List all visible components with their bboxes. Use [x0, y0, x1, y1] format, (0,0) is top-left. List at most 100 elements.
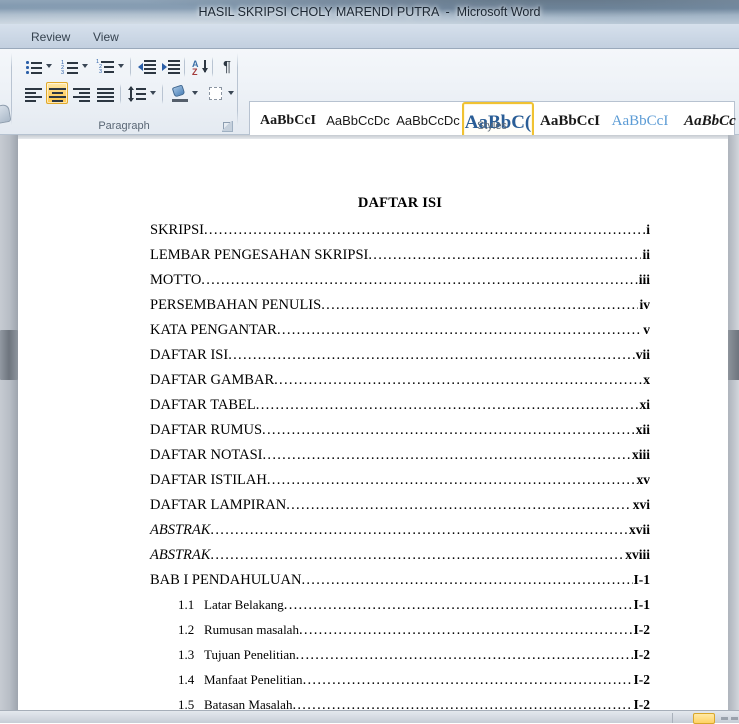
toc-entry-page: xii [635, 422, 650, 437]
toc-leader-dots: ........................................… [204, 222, 646, 238]
toc-entry[interactable]: SKRIPSI.................................… [150, 217, 650, 242]
toc-entry-label: LEMBAR PENGESAHAN SKRIPSI [150, 247, 369, 263]
vertical-scrollbar-thumb[interactable] [0, 330, 18, 380]
document-page[interactable]: DAFTAR ISI SKRIPSI......................… [18, 139, 728, 713]
toc-entry-number: 1.4 [178, 672, 195, 687]
toc-leader-dots: ........................................… [274, 372, 643, 388]
toc-leader-dots: ........................................… [302, 672, 633, 688]
align-right-icon[interactable] [70, 82, 92, 104]
toc-entry-page: vii [635, 347, 650, 362]
taskbar [0, 710, 739, 724]
line-spacing-dropdown-caret[interactable] [150, 91, 156, 95]
shading-dropdown-caret[interactable] [192, 91, 198, 95]
toc-entry-page: I-2 [633, 622, 651, 637]
toc-entry[interactable]: DAFTAR ISI..............................… [150, 342, 650, 367]
toc-entry-label: ABSTRAK [150, 547, 211, 563]
toc-entry-page: iii [638, 272, 650, 287]
toc-leader-dots: ........................................… [228, 347, 635, 363]
show-formatting-marks-icon[interactable]: ¶ [216, 55, 238, 77]
toc-leader-dots: ........................................… [283, 597, 633, 613]
toc-entry[interactable]: 1.2 Rumusan masalah .....................… [150, 617, 650, 642]
toc-entry-page: v [643, 322, 650, 337]
taskbar-divider [672, 713, 673, 723]
toc-entry-page: x [643, 372, 650, 387]
toc-leader-dots: ........................................… [321, 297, 638, 313]
justify-icon[interactable] [94, 82, 116, 104]
toc-entry-label: Rumusan masalah [204, 622, 299, 637]
toc-leader-dots: ........................................… [210, 547, 625, 563]
toc-entry[interactable]: 1.4 Manfaat Penelitian ..................… [150, 667, 650, 692]
toc-entry-label: Manfaat Penelitian [204, 672, 303, 687]
toc-entry-page: I-1 [633, 597, 651, 612]
toc-entry[interactable]: KATA PENGANTAR..........................… [150, 317, 650, 342]
toc-leader-dots: ........................................… [262, 422, 635, 438]
toc-leader-dots: ........................................… [255, 397, 639, 413]
decrease-indent-icon[interactable] [136, 55, 158, 77]
toc-entry[interactable]: DAFTAR NOTASI...........................… [150, 442, 650, 467]
toc-entry-label: DAFTAR NOTASI [150, 447, 263, 463]
toc-entry[interactable]: DAFTAR GAMBAR ..........................… [150, 367, 650, 392]
toc-leader-dots: ........................................… [201, 272, 638, 288]
tab-review[interactable]: Review [22, 27, 79, 49]
taskbar-dash [731, 717, 738, 720]
toc-entry-label: Latar Belakang [204, 597, 284, 612]
toc-leader-dots: ........................................… [286, 497, 632, 513]
toc-entry-page: I-2 [633, 672, 651, 687]
numbering-dropdown-caret[interactable] [82, 64, 88, 68]
toc-entry[interactable]: DAFTAR LAMPIRAN ........................… [150, 492, 650, 517]
page-title: DAFTAR ISI [357, 195, 443, 211]
toc-entry[interactable]: ABSTRAK.................................… [150, 517, 650, 542]
toc-entry-page: I-2 [633, 647, 651, 662]
toc-entry-label: DAFTAR GAMBAR [150, 372, 275, 388]
toc-entry-page: ii [642, 247, 650, 262]
numbering-icon[interactable]: 1 2 3 [58, 55, 80, 77]
tab-view[interactable]: View [84, 27, 128, 49]
toc-entry-page: xi [639, 397, 650, 412]
format-painter-icon[interactable] [0, 103, 12, 125]
borders-dropdown-caret[interactable] [228, 91, 234, 95]
toc-entry-page: I-1 [633, 572, 651, 587]
bullets-icon[interactable] [22, 55, 44, 77]
align-center-icon[interactable] [46, 82, 68, 104]
toc-entry-label: DAFTAR RUMUS [150, 422, 263, 438]
toc-entry[interactable]: MOTTO ..................................… [150, 267, 650, 292]
group-divider [11, 53, 12, 125]
toc-entry[interactable]: PERSEMBAHAN PENULIS.....................… [150, 292, 650, 317]
toc-entry-label: MOTTO [150, 272, 202, 288]
toc-entry-number: 1.3 [178, 647, 195, 662]
left-scroll-gutter[interactable] [0, 135, 18, 710]
toc-entry-label: DAFTAR ISI [150, 347, 229, 363]
sort-icon[interactable]: A Z [188, 55, 210, 77]
title-bar: HASIL SKRIPSI CHOLY MARENDI PUTRA - Micr… [0, 0, 739, 24]
taskbar-item-active[interactable] [693, 713, 715, 724]
paragraph-dialog-launcher[interactable] [222, 121, 233, 132]
toc-entry-label: DAFTAR TABEL [150, 397, 256, 413]
toc-entry[interactable]: 1.3 Tujuan Penelitian....................… [150, 642, 650, 667]
ribbon-tab-bar: Review View [0, 24, 739, 49]
toc-leader-dots: ........................................… [295, 647, 633, 663]
toc-entry[interactable]: DAFTAR RUMUS ...........................… [150, 417, 650, 442]
multilevel-list-icon[interactable]: 1 2 3 [94, 55, 116, 77]
table-of-contents: DAFTAR ISI SKRIPSI......................… [150, 195, 650, 717]
toc-entry-label: DAFTAR LAMPIRAN [150, 497, 287, 513]
document-workspace: DAFTAR ISI SKRIPSI......................… [0, 135, 739, 713]
multilevel-list-dropdown-caret[interactable] [118, 64, 124, 68]
toc-entry[interactable]: DAFTAR ISTILAH..........................… [150, 467, 650, 492]
toc-entry-page: iv [639, 297, 650, 312]
toc-entry-page: xviii [625, 547, 650, 562]
shading-icon[interactable] [168, 82, 190, 104]
right-scroll-gutter[interactable] [728, 135, 739, 710]
toc-leader-dots: ........................................… [276, 322, 643, 338]
borders-icon[interactable] [204, 82, 226, 104]
group-label-styles: Styles [477, 120, 507, 132]
vertical-scrollbar-thumb-right[interactable] [728, 330, 739, 380]
toc-entry[interactable]: ABSTRAK.................................… [150, 542, 650, 567]
line-spacing-icon[interactable] [126, 82, 148, 104]
increase-indent-icon[interactable] [160, 55, 182, 77]
align-left-icon[interactable] [22, 82, 44, 104]
toc-entry[interactable]: LEMBAR PENGESAHAN SKRIPSI ..............… [150, 242, 650, 267]
toc-entry[interactable]: BAB I PENDAHULUAN.......................… [150, 567, 650, 592]
toc-entry[interactable]: DAFTAR TABEL ...........................… [150, 392, 650, 417]
toc-entry[interactable]: 1.1 Latar Belakang ......................… [150, 592, 650, 617]
bullets-dropdown-caret[interactable] [46, 64, 52, 68]
